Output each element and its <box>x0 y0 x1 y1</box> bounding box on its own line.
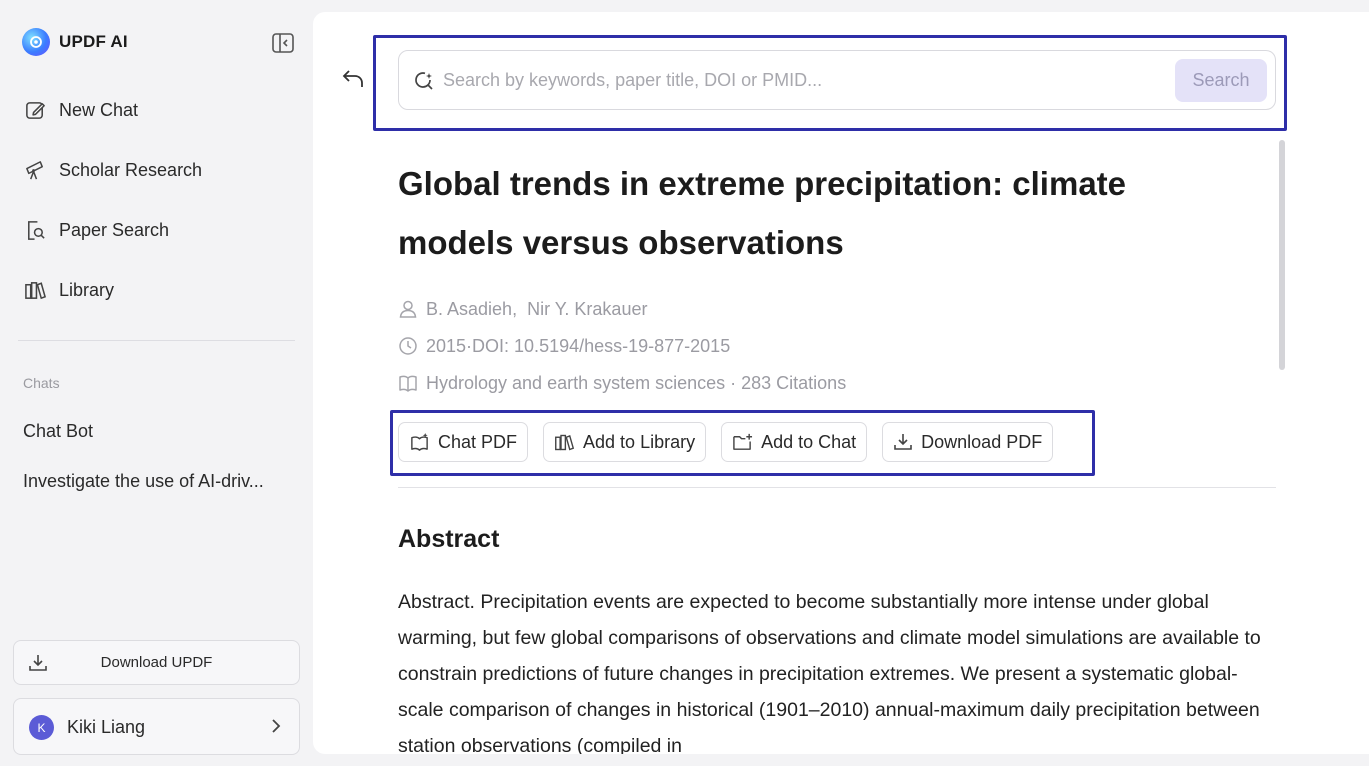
clock-icon <box>399 337 417 355</box>
user-profile-button[interactable]: K Kiki Liang <box>13 698 300 755</box>
abstract-text: Abstract. Precipitation events are expec… <box>398 591 1261 754</box>
authors-text: B. Asadieh, Nir Y. Krakauer <box>426 298 648 319</box>
content-divider <box>398 487 1276 488</box>
search-input[interactable] <box>443 65 1163 95</box>
folder-plus-icon <box>733 433 753 450</box>
chat-pdf-label: Chat PDF <box>438 431 518 452</box>
chevron-right-icon <box>272 719 281 733</box>
chat-item[interactable]: Chat Bot <box>23 421 285 442</box>
search-icon <box>415 72 433 90</box>
library-icon <box>555 434 575 450</box>
paper-title: Global trends in extreme precipitation: … <box>398 165 1127 261</box>
doc-search-icon <box>28 220 45 240</box>
paper-actions: Chat PDF Add to Library Add to Chat Down… <box>398 422 1054 462</box>
add-to-library-button[interactable]: Add to Library <box>543 422 707 462</box>
paper-search-bar: Search <box>398 50 1276 110</box>
abstract-heading: Abstract <box>398 525 500 553</box>
updf-logo-icon <box>22 28 50 56</box>
nav-library[interactable]: Library <box>24 275 114 305</box>
add-to-library-label: Add to Library <box>583 431 696 452</box>
book-icon <box>399 375 417 392</box>
collapse-sidebar-icon[interactable] <box>271 32 295 54</box>
nav-new-chat[interactable]: New Chat <box>24 95 138 125</box>
chat-item[interactable]: Investigate the use of AI-driv... <box>23 471 285 492</box>
chats-section-label: Chats <box>23 375 60 391</box>
nav-new-chat-label: New Chat <box>59 99 139 120</box>
brand[interactable]: UPDF AI <box>22 27 128 57</box>
download-updf-label: Download UPDF <box>100 654 213 671</box>
nav-library-label: Library <box>59 279 115 300</box>
telescope-icon <box>26 160 43 179</box>
user-name: Kiki Liang <box>67 717 146 737</box>
download-updf-button[interactable]: Download UPDF <box>13 640 300 685</box>
nav-paper-search-label: Paper Search <box>59 219 170 240</box>
user-icon <box>399 300 417 318</box>
download-pdf-label: Download PDF <box>921 431 1043 452</box>
sidebar: UPDF AI New Chat Scholar Research Paper … <box>0 0 313 766</box>
download-icon <box>29 655 47 671</box>
main-panel: Search Global trends in extreme precipit… <box>313 12 1369 754</box>
nav-paper-search[interactable]: Paper Search <box>24 215 169 245</box>
paper-date-doi: 2015·DOI: 10.5194/hess-19-877-2015 <box>398 333 730 359</box>
edit-icon <box>26 101 45 119</box>
chat-pdf-icon <box>411 432 428 451</box>
add-to-chat-button[interactable]: Add to Chat <box>721 422 868 462</box>
scrollbar[interactable] <box>1279 140 1285 370</box>
chat-pdf-button[interactable]: Chat PDF <box>398 422 529 462</box>
nav-scholar-research-label: Scholar Research <box>59 159 203 180</box>
paper-journal: Hydrology and earth system sciences · 28… <box>398 370 846 396</box>
sidebar-divider <box>18 340 295 341</box>
avatar: K <box>29 715 54 740</box>
journal-citations-text: Hydrology and earth system sciences · 28… <box>426 372 847 393</box>
nav-scholar-research[interactable]: Scholar Research <box>24 155 202 185</box>
app-window: UPDF AI New Chat Scholar Research Paper … <box>0 0 1369 766</box>
brand-name: UPDF AI <box>59 32 128 51</box>
back-arrow-icon[interactable] <box>341 68 365 90</box>
download-pdf-button[interactable]: Download PDF <box>882 422 1054 462</box>
search-button[interactable]: Search <box>1175 59 1267 102</box>
paper-authors: B. Asadieh, Nir Y. Krakauer <box>398 296 647 322</box>
date-doi-text: 2015·DOI: 10.5194/hess-19-877-2015 <box>426 335 731 356</box>
library-icon <box>25 281 47 299</box>
download-icon <box>894 434 912 450</box>
add-to-chat-label: Add to Chat <box>761 431 857 452</box>
